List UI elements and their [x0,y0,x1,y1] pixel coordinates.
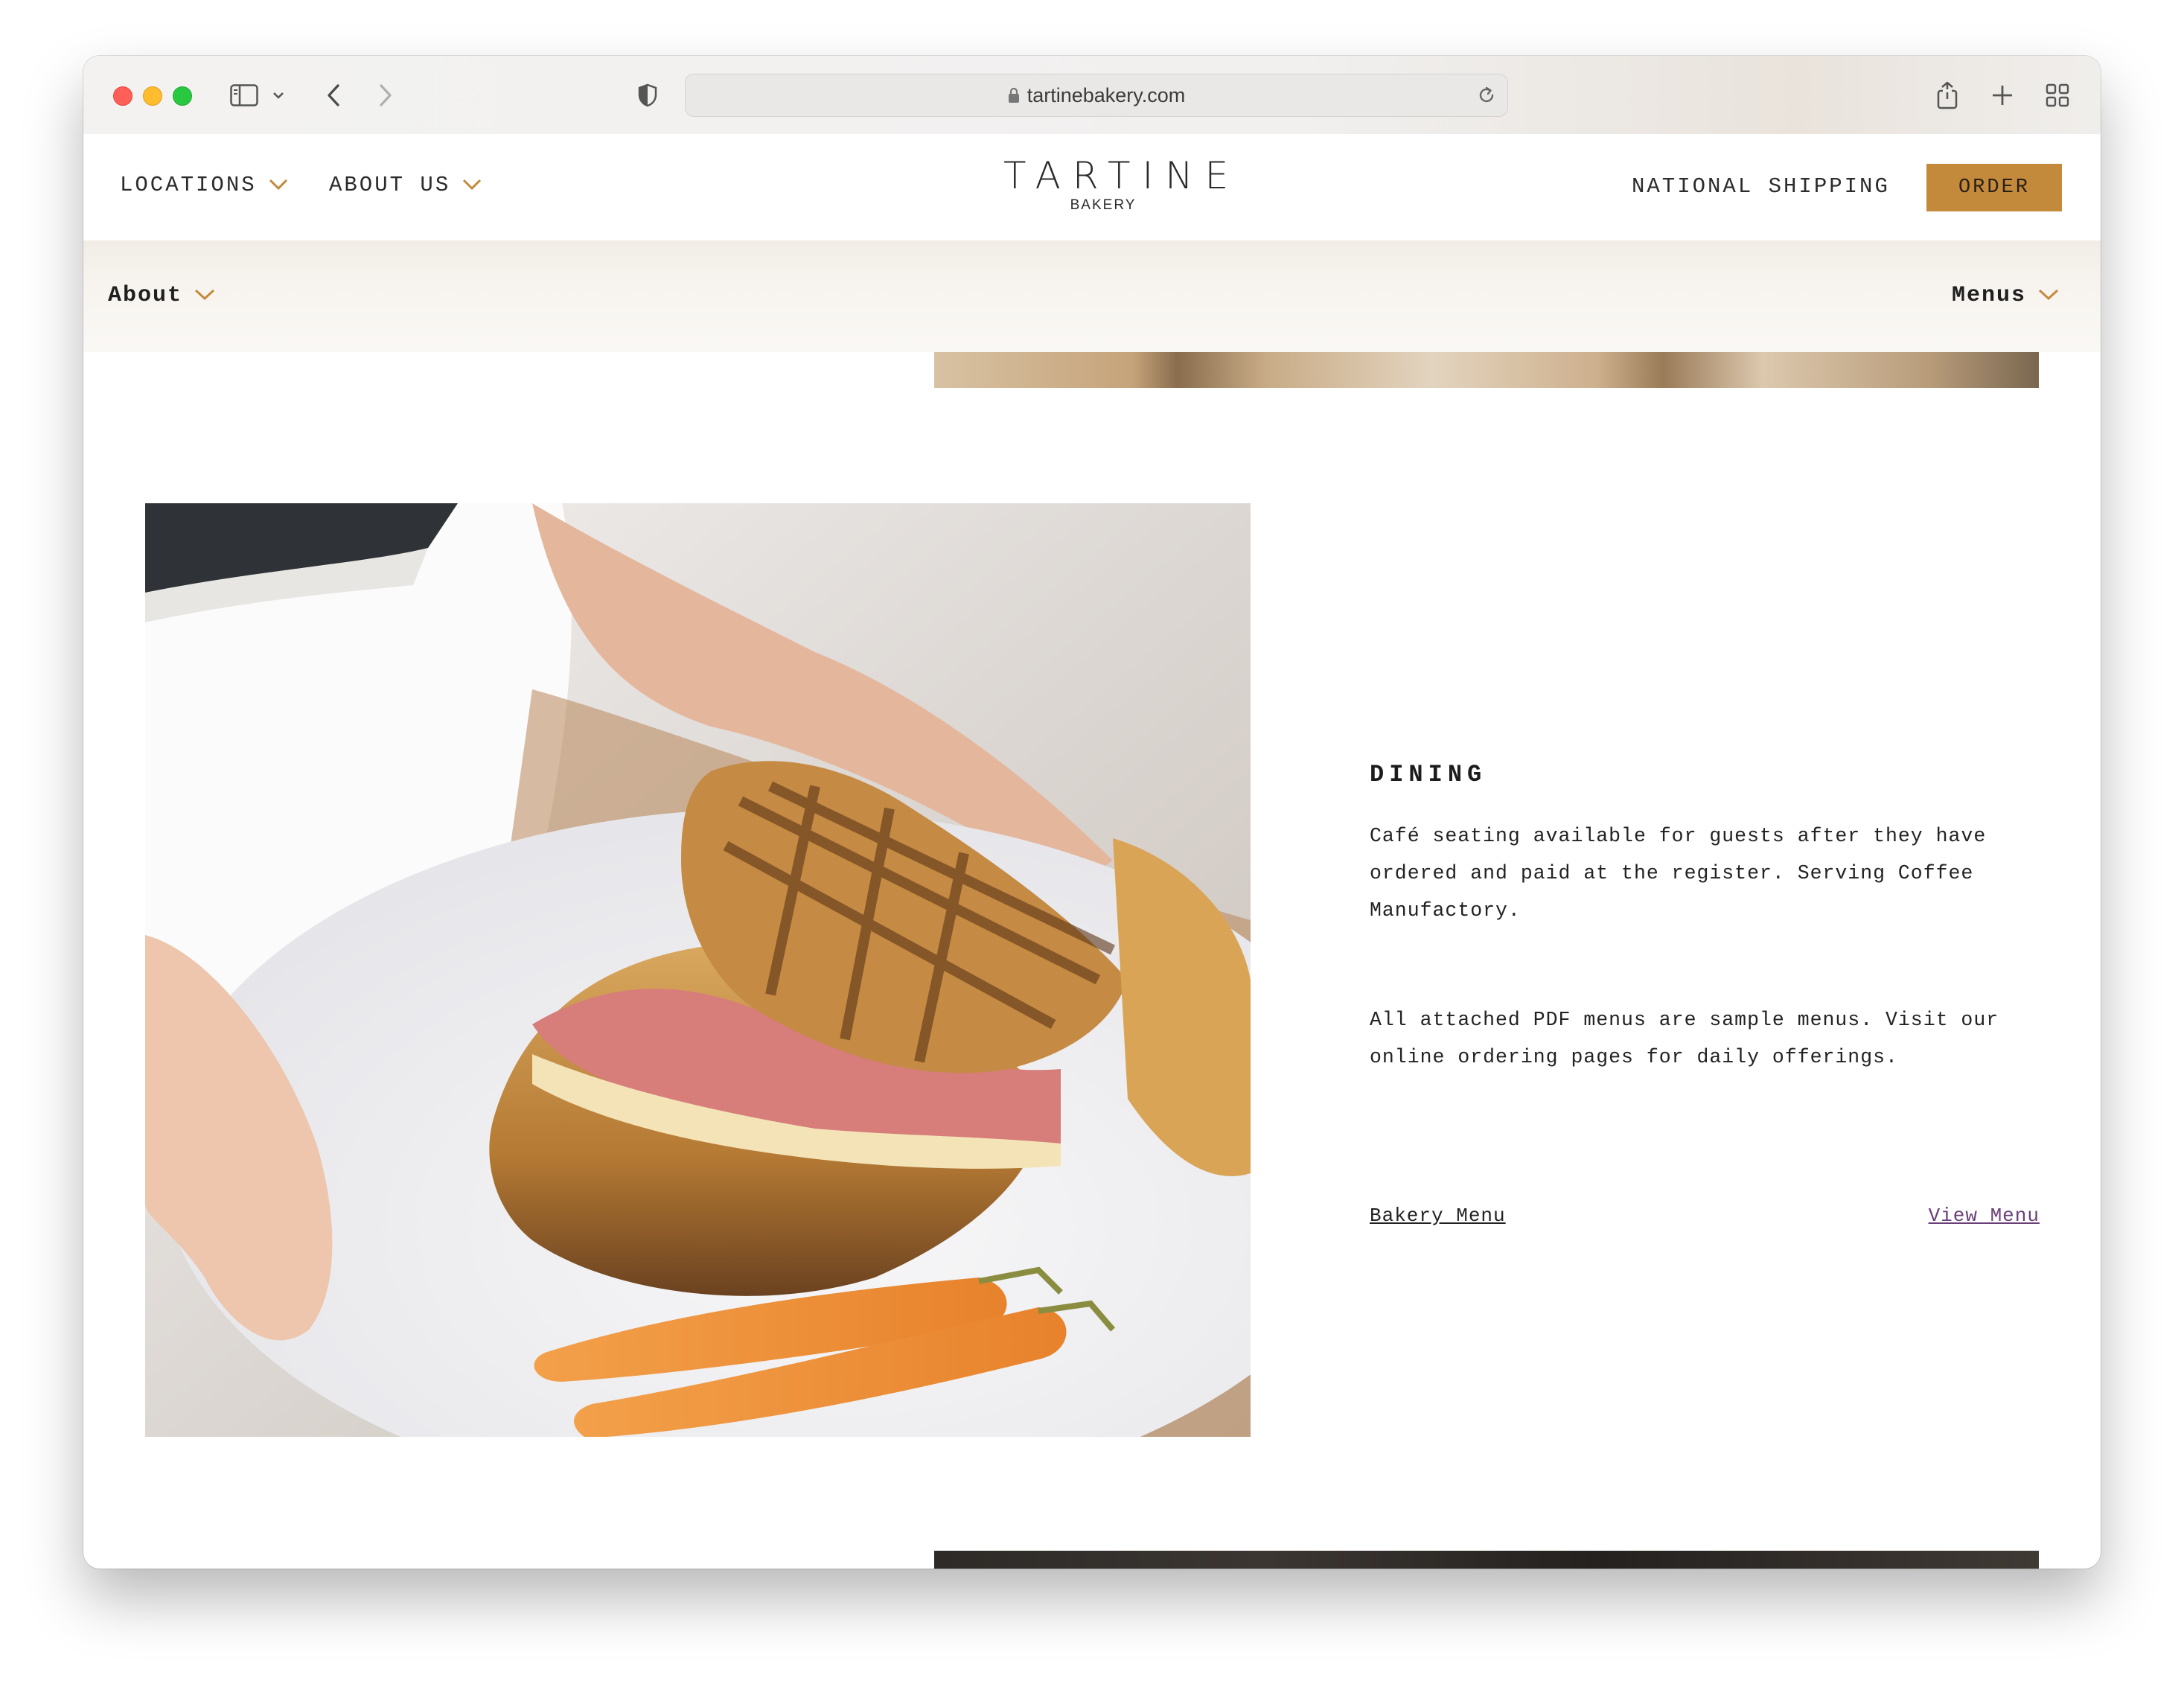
address-bar[interactable]: tartinebakery.com [685,74,1508,117]
site-header: LOCATIONS ABOUT US TARTINE BAKERY NATION… [83,134,2101,240]
dining-title: DINING [1370,761,1487,788]
nav-locations-label: LOCATIONS [120,172,257,197]
close-window-button[interactable] [113,86,132,106]
chevron-down-icon [2038,283,2059,308]
sub-navigation: About Menus [83,240,2101,352]
nav-about-us[interactable]: ABOUT US [329,170,482,200]
bread-photo [934,352,2039,388]
view-menu-link[interactable]: View Menu [1929,1205,2040,1227]
chevron-down-icon [462,173,482,197]
dining-section: DINING Café seating available for guests… [1370,761,2040,1227]
browser-window: tartinebakery.com LOCATIONS ABOUT US TAR… [83,56,2101,1569]
nav-national-shipping-label: NATIONAL SHIPPING [1632,173,1890,199]
dining-menu-note: All attached PDF menus are sample menus.… [1370,1009,1999,1068]
dining-sandwich-photo [145,503,1251,1437]
site-logo[interactable]: TARTINE BAKERY [992,154,1241,214]
privacy-shield-icon[interactable] [634,77,661,114]
menu-row: Bakery Menu View Menu [1370,1205,2040,1234]
url-text: tartinebakery.com [1026,84,1186,106]
address-text-wrap: tartinebakery.com [686,74,1507,116]
sidebar-icon[interactable] [226,77,262,114]
forward-icon[interactable] [372,77,399,114]
chevron-down-icon[interactable] [269,77,287,114]
chevron-down-icon [194,283,215,308]
lock-icon [1008,76,1020,118]
dining-description: Café seating available for guests after … [1370,825,1987,922]
order-button[interactable]: ORDER [1926,164,2062,211]
nav-national-shipping[interactable]: NATIONAL SHIPPING [1632,171,1890,201]
minimize-window-button[interactable] [143,86,162,106]
reload-icon[interactable] [1476,84,1497,110]
logo-wordmark: TARTINE [1003,154,1241,197]
subnav-about[interactable]: About [108,281,215,310]
nav-about-us-label: ABOUT US [329,172,451,197]
nav-locations[interactable]: LOCATIONS [120,170,288,200]
subnav-menus-label: Menus [1952,283,2027,308]
tab-overview-icon[interactable] [2043,77,2072,114]
subnav-menus[interactable]: Menus [1952,281,2059,310]
subnav-about-label: About [108,283,183,308]
logo-subtitle: BAKERY [1070,197,1137,213]
next-section-photo [934,1551,2039,1569]
chevron-down-icon [269,173,288,197]
zoom-window-button[interactable] [173,86,192,106]
bakery-menu-link[interactable]: Bakery Menu [1370,1205,1506,1227]
browser-toolbar: tartinebakery.com [83,56,2101,135]
back-icon[interactable] [320,77,347,114]
new-tab-icon[interactable] [1987,77,2017,114]
share-icon[interactable] [1932,77,1962,114]
